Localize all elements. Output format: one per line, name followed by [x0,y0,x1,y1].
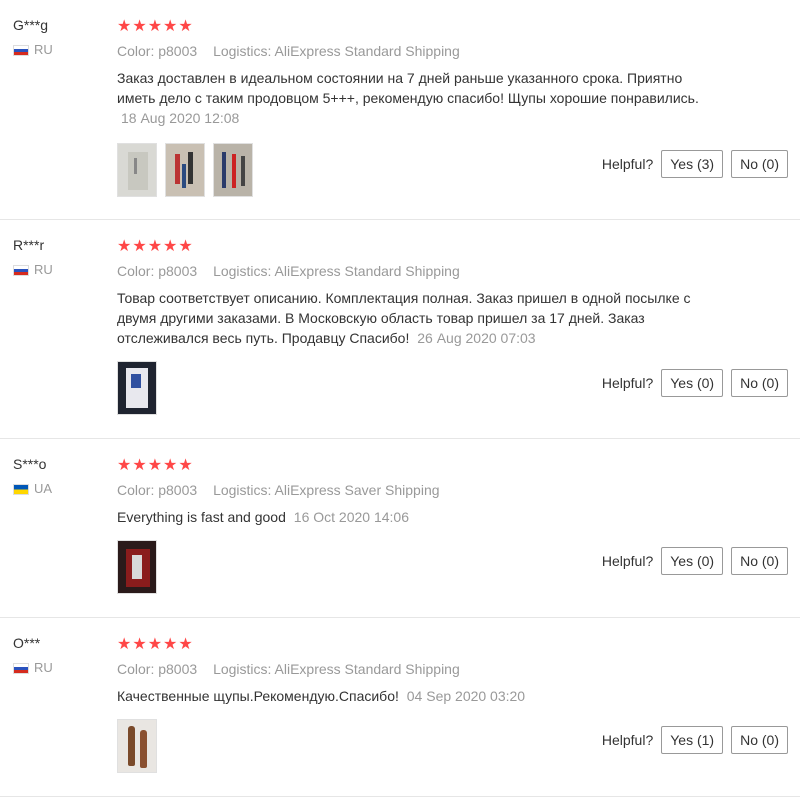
review-text: Качественные щупы.Рекомендую.Спасибо! 04… [117,686,717,706]
helpful-label: Helpful? [601,375,654,391]
review-text: Товар соответствует описанию. Комплектац… [117,288,717,348]
star-rating: ★★★★★ [117,238,194,255]
review-photos [117,361,157,415]
reviewer-country: RU [13,42,113,58]
review-photo-thumbnail[interactable] [117,719,157,773]
review-text: Everything is fast and good 16 Oct 2020 … [117,507,717,527]
color-option: Color: p8003 [117,43,198,59]
review-date: 16 Oct 2020 14:06 [293,509,409,525]
review-item: O*** RU ★★★★★ Color: p8003 Logistics: Al… [0,618,800,797]
logistics-info: Logistics: AliExpress Standard Shipping [213,263,460,279]
review-photo-thumbnail[interactable] [117,540,157,594]
country-code: UA [34,481,53,496]
review-photo-thumbnail[interactable] [165,143,205,197]
helpful-no-button[interactable]: No (0) [731,547,788,575]
review-meta: Color: p8003 Logistics: AliExpress Stand… [117,42,717,60]
review-photo-thumbnail[interactable] [117,361,157,415]
reviewer-name[interactable]: R***r [13,236,113,254]
helpful-label: Helpful? [601,553,654,569]
reviewer-name[interactable]: G***g [13,16,113,34]
helpful-label: Helpful? [601,732,654,748]
helpful-voting: Helpful? Yes (3) No (0) [602,150,788,178]
helpful-yes-button[interactable]: Yes (0) [661,369,724,397]
reviewer-name[interactable]: S***o [13,455,113,473]
review-photo-thumbnail[interactable] [117,143,157,197]
review-text: Заказ доставлен в идеальном состоянии на… [117,68,717,128]
review-body: Заказ доставлен в идеальном состоянии на… [117,70,699,106]
helpful-yes-button[interactable]: Yes (3) [661,150,724,178]
helpful-no-button[interactable]: No (0) [731,150,788,178]
country-code: RU [34,262,53,277]
logistics-info: Logistics: AliExpress Standard Shipping [213,43,460,59]
review-date: 04 Sep 2020 03:20 [406,688,526,704]
russia-flag-icon [13,662,29,674]
review-body: Everything is fast and good [117,509,286,525]
review-photos [117,540,157,594]
logistics-info: Logistics: AliExpress Saver Shipping [213,482,440,498]
star-rating: ★★★★★ [117,457,194,474]
russia-flag-icon [13,264,29,276]
logistics-info: Logistics: AliExpress Standard Shipping [213,661,460,677]
color-option: Color: p8003 [117,263,198,279]
reviewer-country: UA [13,481,113,497]
review-photo-thumbnail[interactable] [213,143,253,197]
helpful-voting: Helpful? Yes (0) No (0) [602,369,788,397]
color-option: Color: p8003 [117,482,198,498]
helpful-label: Helpful? [601,156,654,172]
reviewer-country: RU [13,660,113,676]
helpful-yes-button[interactable]: Yes (1) [661,726,724,754]
helpful-yes-button[interactable]: Yes (0) [661,547,724,575]
helpful-voting: Helpful? Yes (0) No (0) [602,547,788,575]
review-photos [117,143,253,197]
helpful-no-button[interactable]: No (0) [731,726,788,754]
review-item: R***r RU ★★★★★ Color: p8003 Logistics: A… [0,220,800,439]
ukraine-flag-icon [13,483,29,495]
helpful-no-button[interactable]: No (0) [731,369,788,397]
review-item: G***g RU ★★★★★ Color: p8003 Logistics: A… [0,0,800,220]
review-item: S***o UA ★★★★★ Color: p8003 Logistics: A… [0,439,800,618]
review-meta: Color: p8003 Logistics: AliExpress Saver… [117,481,717,499]
review-body: Товар соответствует описанию. Комплектац… [117,290,691,346]
review-meta: Color: p8003 Logistics: AliExpress Stand… [117,660,717,678]
review-body: Качественные щупы.Рекомендую.Спасибо! [117,688,399,704]
review-date: 26 Aug 2020 07:03 [417,330,536,346]
russia-flag-icon [13,44,29,56]
star-rating: ★★★★★ [117,18,194,35]
star-rating: ★★★★★ [117,636,194,653]
reviewer-name[interactable]: O*** [13,634,113,652]
country-code: RU [34,42,53,57]
review-meta: Color: p8003 Logistics: AliExpress Stand… [117,262,717,280]
country-code: RU [34,660,53,675]
helpful-voting: Helpful? Yes (1) No (0) [602,726,788,754]
review-date: 18 Aug 2020 12:08 [121,110,240,126]
review-photos [117,719,157,773]
reviewer-country: RU [13,262,113,278]
color-option: Color: p8003 [117,661,198,677]
